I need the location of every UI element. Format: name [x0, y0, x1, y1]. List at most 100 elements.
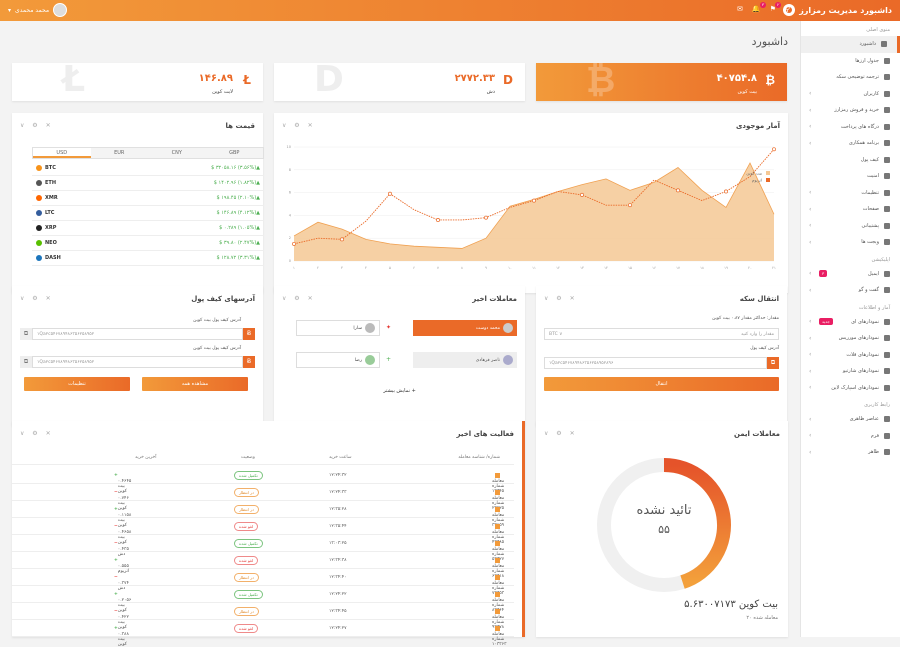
line-point: [628, 203, 632, 208]
sidebar-item[interactable]: ‹ تنظیمات: [801, 185, 900, 202]
sidebar-item[interactable]: ‹ ویجت ها: [801, 234, 900, 251]
card-controls[interactable]: ∨ ⚙ ✕: [20, 295, 54, 302]
x-tick-label: ۲: [317, 266, 319, 270]
table-row[interactable]: معامله شماره ۸۳۳۶۴ ۱۲:۲۴:۲۲ تکمیل شده + ۰.۲…: [12, 586, 514, 613]
amount-cell: − ۰.۴۳۵ دش: [114, 541, 129, 557]
search-icon[interactable]: ⚲: [785, 5, 790, 13]
status-badge: در انتظار: [234, 607, 259, 616]
sidebar-item[interactable]: ‹ ۳ ایمیل: [801, 266, 900, 283]
menu-icon: [881, 41, 887, 48]
transfer-button[interactable]: انتقال: [544, 377, 779, 391]
user-menu[interactable]: ▾ محمد محمدی: [8, 3, 68, 17]
table-row[interactable]: معامله شماره ۲۳۲۲۵ ۱۲:۲۴:۳۳ در انتظار − ۰.۷…: [12, 484, 514, 511]
card-controls[interactable]: ∨ ⚙ ✕: [20, 430, 54, 437]
sell-trade[interactable]: سارا: [296, 320, 380, 336]
sidebar-item[interactable]: داشبورد: [801, 36, 900, 53]
settings-button[interactable]: تنظیمات: [24, 377, 130, 391]
copy-icon[interactable]: ⧉: [20, 328, 32, 340]
chart-icon: [884, 384, 890, 391]
tab-eur[interactable]: EUR: [91, 148, 149, 158]
wallet-address-2[interactable]: ۱Qa۲c۵۴۶۷۸۹۴۸۶۳۵۶۲۵۸۹۵۲: [32, 356, 243, 368]
address-field[interactable]: ۱Qa۲c۵۴۶۷۸۹۴۸۶۳۵۶۲۵۸۹۵۲۸۹۶: [544, 357, 767, 369]
flag-icon[interactable]: ⚑ ۲: [770, 2, 781, 13]
sidebar-item[interactable]: ‹ ظاهر: [801, 444, 900, 461]
minus-icon: −: [114, 575, 118, 580]
square-icon: [495, 541, 500, 546]
copy-icon[interactable]: ⧉: [767, 357, 779, 369]
card-controls[interactable]: ∨ ⚙ ✕: [282, 295, 316, 302]
sidebar-item[interactable]: ترجمه توضیحی سکه: [801, 69, 900, 86]
wallet-address-1[interactable]: ۱Qa۲c۵۴۶۷۸۹۴۸۶۳۵۶۲۵۸۹۵۲: [32, 328, 243, 340]
table-row[interactable]: معامله شماره ۹۳۳۷۸ ۱۲:۳۴:۴۵ در انتظار − ۰.۴…: [12, 603, 514, 630]
sidebar-item[interactable]: جدول ارزها: [801, 53, 900, 70]
card-controls[interactable]: ∨ ⚙ ✕: [544, 295, 578, 302]
sidebar-item[interactable]: ‹ نمودارهای شارتیو: [801, 363, 900, 380]
sidebar-item[interactable]: ‹ فرم: [801, 428, 900, 445]
square-icon: [495, 524, 500, 529]
legend-label: اتریوم: [752, 178, 762, 183]
plus-icon: +: [114, 473, 118, 478]
stat-name: لایت کوین: [212, 89, 233, 95]
copy-icon[interactable]: ⧉: [20, 356, 32, 368]
table-row[interactable]: معامله شماره ۵۳۳۲۷ ۱۳:۰۳:۲۵ تکمیل شده − ۰.۴…: [12, 535, 514, 562]
sidebar-item[interactable]: ‹ گفت و گو: [801, 282, 900, 299]
table-row[interactable]: معامله شماره ۶۳۳۱۸ ۱۲:۳۴:۳۸ لغو شده + ۰.۵۵۵…: [12, 552, 514, 579]
chevron-left-icon: ‹: [809, 367, 812, 375]
notification-badge: ۳: [759, 2, 766, 8]
secure-total: ۵.۶۳۰۰۷۱۷۳ بیت کوین: [684, 599, 778, 610]
view-all-button[interactable]: مشاهده همه: [142, 377, 248, 391]
table-row[interactable]: معامله شماره ۴۳۳۸۵ ۱۲:۳۵:۴۴ لغو شده − ۰.۴۶۵…: [12, 518, 514, 545]
avatar: [503, 323, 513, 333]
y-tick-label: 2: [289, 236, 291, 240]
sidebar-item[interactable]: ‹ پشتیبانی: [801, 218, 900, 235]
sidebar-item[interactable]: ‹ نمودارهای مورریس: [801, 330, 900, 347]
tab-cny[interactable]: CNY: [148, 148, 206, 158]
sidebar-item-label: گفت و گو: [858, 287, 879, 294]
brand[interactable]: داشبورد مدیریت رمزارز: [783, 4, 892, 16]
menu-icon: [884, 189, 890, 196]
mail-icon[interactable]: ✉: [737, 5, 743, 13]
sidebar-item[interactable]: کیف پول: [801, 152, 900, 169]
sidebar-item[interactable]: ‹ خرید و فروش رمزارز: [801, 102, 900, 119]
amount-field[interactable]: BTC ∨ مقدار را وارد کنید: [544, 328, 779, 340]
sidebar-item[interactable]: ‹ نمودارهای فلات: [801, 347, 900, 364]
square-icon: [495, 626, 500, 631]
table-row[interactable]: معامله شماره ۱۳۳۴۵ ۱۲:۲۴:۳۲ تکمیل شده + ۰.۴…: [12, 467, 514, 494]
card-controls[interactable]: ∨ ⚙ ✕: [20, 122, 54, 129]
sidebar-item[interactable]: ‹ درگاه های پرداخت: [801, 119, 900, 136]
stat-value: ۲۷۷۲.۳۳: [454, 73, 495, 84]
sidebar-item[interactable]: ‹ نمودارهای اسپارک لاین: [801, 380, 900, 397]
card-controls[interactable]: ∨ ⚙ ✕: [544, 430, 578, 437]
avatar: [365, 323, 375, 333]
menu-icon: [884, 222, 890, 229]
chevron-left-icon: ‹: [809, 448, 812, 456]
sidebar-item[interactable]: ‹ کاربران: [801, 86, 900, 103]
sidebar-item-label: خرید و فروش رمزارز: [834, 107, 879, 114]
unit-select[interactable]: BTC ∨: [549, 332, 562, 337]
sidebar-item[interactable]: ‹ جدید نمودارهای ای: [801, 314, 900, 331]
buyer-name: محمد دوست: [475, 325, 500, 331]
sidebar-item[interactable]: ‹ عناصر ظاهری: [801, 411, 900, 428]
table-row[interactable]: معامله شماره ۱۰۳۳۶۳ ۱۲:۲۴:۲۷ لغو شده + ۰.۳۸…: [12, 620, 514, 647]
litecoin-icon: Ł: [243, 73, 251, 87]
trade-id-cell: معامله شماره ۱۳۳۴۵: [492, 473, 504, 494]
price-row: NEO $ ۳۹.۸۰ (۲.۴۷%)▲: [32, 236, 264, 251]
bell-icon[interactable]: 🔔 ۳: [752, 2, 766, 13]
sidebar-item[interactable]: ‹ برنامه همکاری: [801, 135, 900, 152]
sell-trade[interactable]: رضا: [296, 352, 380, 368]
chevron-left-icon: ‹: [809, 123, 812, 131]
show-more-link[interactable]: نمایش بیشتر +: [274, 388, 525, 394]
line-point: [484, 215, 488, 220]
sidebar-item[interactable]: امنیت: [801, 168, 900, 185]
plus-icon: +: [114, 558, 118, 563]
tab-gbp[interactable]: GBP: [206, 148, 264, 158]
sidebar-item[interactable]: ‹ صفحات: [801, 201, 900, 218]
coin-icon: [36, 255, 42, 261]
table-row[interactable]: معامله شماره ۳۳۶۵۹ ۱۲:۳۵:۲۸ در انتظار + ۰.۱…: [12, 501, 514, 528]
tab-usd[interactable]: USD: [33, 148, 91, 158]
stat-value: ۴۰۷۵۴.۸: [716, 73, 757, 84]
table-row[interactable]: معامله شماره ۷۳۳۵۳ ۱۲:۳۴:۴۰ در انتظار − ۰.۳…: [12, 569, 514, 596]
trade-time: ۱۲:۲۴:۲۲: [329, 592, 347, 597]
buy-trade[interactable]: ناصر فرهادی: [413, 352, 517, 368]
buy-trade[interactable]: محمد دوست: [413, 320, 517, 336]
